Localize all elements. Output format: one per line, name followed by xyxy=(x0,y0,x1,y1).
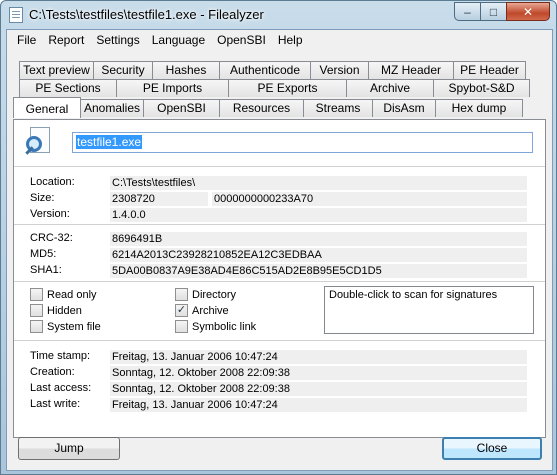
tab-row-1: Text preview Security Hashes Authenticod… xyxy=(19,61,526,79)
filename-field[interactable]: testfile1.exe xyxy=(72,132,533,153)
system-file-checkbox[interactable]: System file xyxy=(30,320,101,333)
size-value: 2308720 xyxy=(110,192,208,206)
creation-value: Sonntag, 12. Oktober 2008 22:09:38 xyxy=(110,366,527,380)
tab-text-preview[interactable]: Text preview xyxy=(19,61,94,79)
file-search-icon xyxy=(25,127,54,157)
tab-resources[interactable]: Resources xyxy=(219,99,304,117)
divider xyxy=(14,166,545,167)
app-icon xyxy=(9,7,23,23)
version-label: Version: xyxy=(30,208,70,220)
location-label: Location: xyxy=(30,176,75,188)
tab-spybot[interactable]: Spybot-S&D xyxy=(433,79,530,97)
filename-text: testfile1.exe xyxy=(76,135,143,149)
hidden-checkbox[interactable]: Hidden xyxy=(30,304,82,317)
last-access-value: Sonntag, 12. Oktober 2008 22:09:38 xyxy=(110,382,527,396)
menu-file[interactable]: File xyxy=(11,30,42,50)
tab-security[interactable]: Security xyxy=(93,61,153,79)
hidden-box xyxy=(30,304,43,317)
divider xyxy=(14,224,545,225)
timestamp-value: Freitag, 13. Januar 2006 10:47:24 xyxy=(110,350,527,364)
hidden-label: Hidden xyxy=(47,304,82,317)
app-window: C:\Tests\testfiles\testfile1.exe - Filea… xyxy=(0,0,557,475)
jump-button[interactable]: Jump xyxy=(18,437,120,460)
tab-row-3: General Anomalies OpenSBI Resources Stre… xyxy=(13,97,523,118)
symbolic-link-box xyxy=(175,320,188,333)
size-label: Size: xyxy=(30,192,55,204)
version-value: 1.4.0.0 xyxy=(110,208,527,222)
read-only-box xyxy=(30,288,43,301)
tab-opensbi[interactable]: OpenSBI xyxy=(143,99,220,117)
tab-hashes[interactable]: Hashes xyxy=(152,61,220,79)
menu-language[interactable]: Language xyxy=(146,30,211,50)
tab-version[interactable]: Version xyxy=(310,61,369,79)
creation-label: Creation: xyxy=(30,366,75,378)
close-window-button[interactable]: ✕ xyxy=(506,2,550,21)
signature-scan-box[interactable]: Double-click to scan for signatures xyxy=(324,286,534,334)
close-button[interactable]: Close xyxy=(442,437,542,460)
window-title: C:\Tests\testfiles\testfile1.exe - Filea… xyxy=(29,7,264,22)
tab-archive[interactable]: Archive xyxy=(346,79,434,97)
last-write-label: Last write: xyxy=(30,398,81,410)
tab-mz-header[interactable]: MZ Header xyxy=(368,61,454,79)
read-only-label: Read only xyxy=(47,288,97,301)
menu-bar: File Report Settings Language OpenSBI He… xyxy=(7,30,552,50)
tab-row-2: PE Sections PE Imports PE Exports Archiv… xyxy=(19,79,530,97)
archive-checkbox[interactable]: ✓ Archive xyxy=(175,304,229,317)
tab-pe-imports[interactable]: PE Imports xyxy=(116,79,229,97)
menu-settings[interactable]: Settings xyxy=(90,30,145,50)
md5-value: 6214A2013C23928210852EA12C3EDBAA xyxy=(110,248,527,262)
system-file-label: System file xyxy=(47,320,101,333)
tab-pe-header[interactable]: PE Header xyxy=(453,61,526,79)
crc-label: CRC-32: xyxy=(30,232,73,244)
md5-label: MD5: xyxy=(30,248,57,260)
title-bar[interactable]: C:\Tests\testfiles\testfile1.exe - Filea… xyxy=(1,1,556,29)
tab-authenticode[interactable]: Authenticode xyxy=(219,61,311,79)
directory-box xyxy=(175,288,188,301)
archive-label: Archive xyxy=(192,304,229,317)
menu-report[interactable]: Report xyxy=(42,30,90,50)
minimize-button[interactable]: – xyxy=(454,2,481,21)
read-only-checkbox[interactable]: Read only xyxy=(30,288,97,301)
menu-opensbi[interactable]: OpenSBI xyxy=(211,30,272,50)
tab-pe-sections[interactable]: PE Sections xyxy=(19,79,117,97)
symbolic-link-label: Symbolic link xyxy=(192,320,257,333)
sha1-value: 5DA00B0837A9E38AD4E86C515AD2E8B95E5CD1D5 xyxy=(110,264,527,278)
sha1-label: SHA1: xyxy=(30,264,62,276)
symbolic-link-checkbox[interactable]: Symbolic link xyxy=(175,320,256,333)
crc-value: 8696491B xyxy=(110,232,527,246)
divider xyxy=(14,340,545,341)
tab-general[interactable]: General xyxy=(13,97,81,118)
tab-anomalies[interactable]: Anomalies xyxy=(80,99,144,117)
caption-buttons: – □ ✕ xyxy=(454,2,550,21)
tab-disasm[interactable]: DisAsm xyxy=(372,99,436,117)
tab-pe-exports[interactable]: PE Exports xyxy=(228,79,347,97)
directory-checkbox[interactable]: Directory xyxy=(175,288,236,301)
last-access-label: Last access: xyxy=(30,382,92,394)
divider xyxy=(14,281,545,282)
archive-checkmark-icon: ✓ xyxy=(175,304,188,317)
tab-hex-dump[interactable]: Hex dump xyxy=(435,99,523,117)
general-panel: testfile1.exe Location: C:\Tests\testfil… xyxy=(13,119,546,438)
last-write-value: Freitag, 13. Januar 2006 10:47:24 xyxy=(110,398,527,412)
size-hex-value: 0000000000233A70 xyxy=(212,192,527,206)
timestamp-label: Time stamp: xyxy=(30,350,91,362)
system-file-box xyxy=(30,320,43,333)
directory-label: Directory xyxy=(192,288,237,301)
menu-help[interactable]: Help xyxy=(272,30,309,50)
tab-streams[interactable]: Streams xyxy=(303,99,373,117)
client-area: File Report Settings Language OpenSBI He… xyxy=(6,29,553,471)
location-value: C:\Tests\testfiles\ xyxy=(110,176,527,190)
maximize-button[interactable]: □ xyxy=(480,2,507,21)
